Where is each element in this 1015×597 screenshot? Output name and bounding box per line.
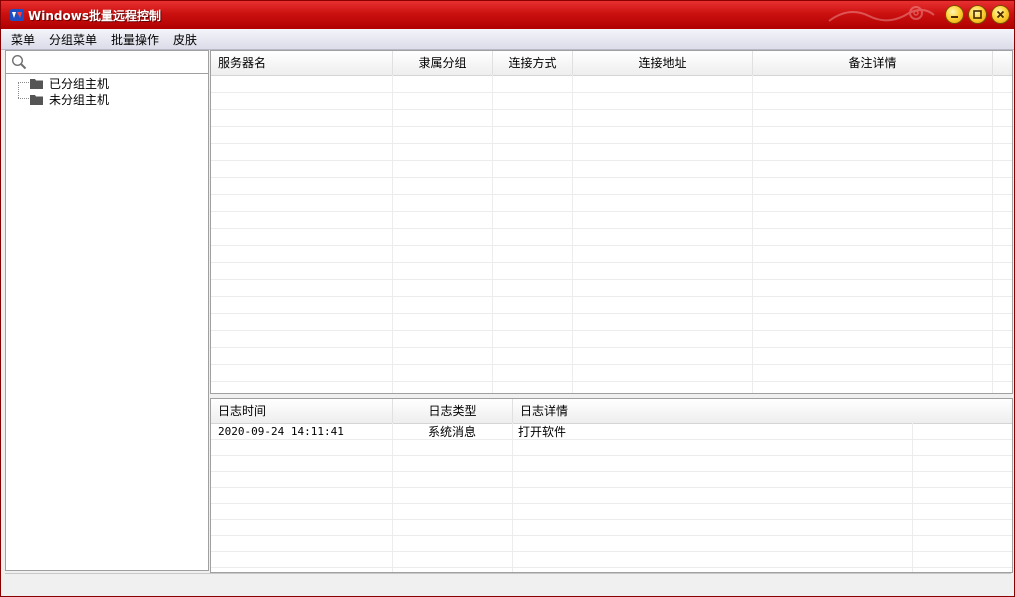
app-window: Windows批量远程控制 菜单 分组菜单 批量操作 皮肤 已分组主机 未分组主… <box>0 0 1015 597</box>
row-divider <box>211 471 1012 472</box>
maximize-icon <box>973 10 982 19</box>
app-icon <box>10 9 24 21</box>
row-divider <box>211 381 1012 382</box>
row-divider <box>211 279 1012 280</box>
column-header-log-type[interactable]: 日志类型 <box>393 399 513 423</box>
log-time-cell: 2020-09-24 14:11:41 <box>218 425 344 438</box>
menu-item-batch[interactable]: 批量操作 <box>111 31 159 48</box>
tree-node-ungrouped-hosts[interactable]: 未分组主机 <box>30 91 109 107</box>
row-divider <box>211 109 1012 110</box>
row-divider <box>211 364 1012 365</box>
log-detail-cell: 打开软件 <box>518 425 567 439</box>
cloud-ornament-icon <box>828 6 935 22</box>
title-bar[interactable]: Windows批量远程控制 <box>1 1 1014 29</box>
row-divider <box>211 194 1012 195</box>
row-divider <box>211 551 1012 552</box>
row-divider <box>211 296 1012 297</box>
server-table: 服务器名 隶属分组 连接方式 连接地址 备注详情 <box>210 50 1013 394</box>
row-divider <box>211 313 1012 314</box>
folder-icon <box>30 78 43 89</box>
row-divider <box>211 487 1012 488</box>
minimize-icon <box>951 16 958 18</box>
row-divider <box>211 211 1012 212</box>
row-divider <box>211 245 1012 246</box>
row-divider <box>211 92 1012 93</box>
maximize-button[interactable] <box>968 5 987 24</box>
column-header-connection-type[interactable]: 连接方式 <box>493 51 573 75</box>
search-bar <box>6 51 208 74</box>
column-header-address[interactable]: 连接地址 <box>573 51 753 75</box>
row-divider <box>211 160 1012 161</box>
row-divider <box>211 347 1012 348</box>
column-header-group[interactable]: 隶属分组 <box>393 51 493 75</box>
row-divider <box>211 143 1012 144</box>
row-divider <box>211 535 1012 536</box>
menu-bar: 菜单 分组菜单 批量操作 皮肤 <box>1 29 1014 50</box>
tree-connector <box>18 98 29 99</box>
status-bar <box>5 573 1011 594</box>
folder-icon <box>30 94 43 105</box>
row-divider <box>211 567 1012 568</box>
menu-item-main[interactable]: 菜单 <box>11 31 35 48</box>
close-icon <box>996 10 1005 19</box>
column-header-log-detail[interactable]: 日志详情 <box>513 399 913 423</box>
host-tree-panel: 已分组主机 未分组主机 <box>5 50 209 571</box>
tree-node-grouped-hosts[interactable]: 已分组主机 <box>30 75 109 91</box>
row-divider <box>211 262 1012 263</box>
search-input[interactable] <box>30 53 204 69</box>
log-table-header: 日志时间 日志类型 日志详情 <box>211 399 1012 424</box>
row-divider <box>211 439 1012 440</box>
column-header-notes[interactable]: 备注详情 <box>753 51 993 75</box>
column-header-log-time[interactable]: 日志时间 <box>211 399 393 423</box>
server-table-header: 服务器名 隶属分组 连接方式 连接地址 备注详情 <box>211 51 1012 76</box>
row-divider <box>211 126 1012 127</box>
tree-node-label: 未分组主机 <box>49 92 110 107</box>
tree-connector <box>18 82 29 83</box>
row-divider <box>211 177 1012 178</box>
minimize-button[interactable] <box>945 5 964 24</box>
log-type-cell: 系统消息 <box>428 425 477 439</box>
row-divider <box>211 455 1012 456</box>
close-button[interactable] <box>991 5 1010 24</box>
search-icon[interactable] <box>11 54 27 70</box>
menu-item-skin[interactable]: 皮肤 <box>173 31 197 48</box>
column-header-server-name[interactable]: 服务器名 <box>211 51 393 75</box>
window-title: Windows批量远程控制 <box>28 9 161 23</box>
row-divider <box>211 519 1012 520</box>
menu-item-group[interactable]: 分组菜单 <box>49 31 97 48</box>
row-divider <box>211 228 1012 229</box>
tree-connector <box>18 82 19 98</box>
tree-node-label: 已分组主机 <box>49 76 110 91</box>
log-table: 日志时间 日志类型 日志详情 2020-09-24 14:11:41 系统消息 … <box>210 398 1013 573</box>
row-divider <box>211 503 1012 504</box>
row-divider <box>211 330 1012 331</box>
